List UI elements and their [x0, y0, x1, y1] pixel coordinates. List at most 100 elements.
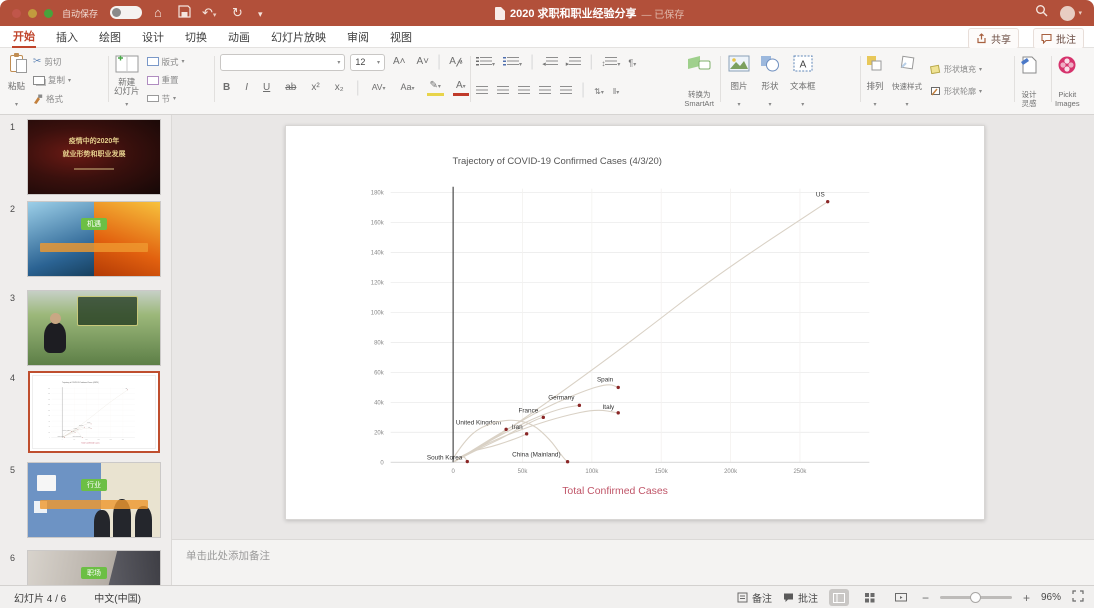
zoom-slider[interactable] [940, 596, 1012, 599]
tab-review[interactable]: 审阅 [346, 27, 370, 47]
cut-button[interactable]: ✂剪切 [33, 54, 71, 69]
share-button[interactable]: 共享 [968, 28, 1019, 49]
shape-outline-button[interactable]: 形状轮廓▾ [930, 84, 982, 99]
bullet-list-button[interactable]: ▾ [476, 53, 495, 71]
align-center-button[interactable] [497, 86, 509, 95]
slideshow-view-button[interactable] [891, 589, 911, 606]
insert-textbox-button[interactable]: A 文本框 ▾ [790, 52, 816, 108]
zoom-out-button[interactable]: − [922, 591, 929, 605]
thumb-title-line: 疫情中的2020年 [28, 136, 160, 146]
change-case-button[interactable]: Aa▾ [398, 79, 418, 97]
section-button[interactable]: 节▾ [147, 91, 185, 106]
textbox-icon: A [793, 55, 813, 72]
language-indicator[interactable]: 中文(中国) [94, 590, 141, 605]
slide-thumbnail-5[interactable]: 行业 [28, 463, 160, 537]
arrange-button[interactable]: 排列 ▾ [866, 52, 884, 108]
decrease-font-button[interactable]: A˅ [414, 54, 433, 70]
slides-panel: 1疫情中的2020年就业形势和职业发展2机遇34Trajectory of CO… [0, 115, 172, 585]
underline-button[interactable]: U [260, 80, 273, 96]
svg-text:South Korea: South Korea [427, 455, 463, 462]
tab-view[interactable]: 视图 [389, 27, 413, 47]
svg-text:Total Confirmed Cases: Total Confirmed Cases [81, 441, 99, 444]
font-size-combo[interactable]: 12▾ [350, 54, 385, 71]
home-icon[interactable]: ⌂ [154, 4, 162, 21]
clear-formatting-button[interactable]: A𝓅 [446, 54, 466, 70]
undo-icon[interactable]: ↶▾ [202, 4, 216, 24]
tab-insert[interactable]: 插入 [55, 27, 79, 47]
text-direction-button[interactable]: ¶▾ [628, 53, 636, 71]
comments-toggle-button[interactable]: 批注 [783, 590, 818, 605]
italic-button[interactable]: I [242, 80, 251, 96]
format-painter-button[interactable]: 格式 [33, 91, 71, 106]
zoom-slider-knob[interactable] [970, 592, 981, 603]
redo-icon[interactable]: ↻ [232, 4, 243, 21]
pickit-images-button[interactable]: PickitImages [1055, 52, 1080, 108]
svg-text:100k: 100k [48, 410, 51, 412]
zoom-window-button[interactable] [44, 9, 53, 18]
tab-slideshow[interactable]: 幻灯片放映 [270, 27, 327, 47]
svg-text:80k: 80k [48, 415, 50, 417]
subscript-button[interactable]: x₂ [332, 80, 347, 96]
svg-text:140k: 140k [371, 251, 384, 257]
increase-indent-button[interactable]: ▸ [566, 53, 582, 71]
highlight-color-button[interactable]: ✎▾ [427, 80, 444, 96]
ribbon-toolbar: 粘贴 ▾ ✂剪切 复制▾ 格式 新建幻灯片 ▾ 版式▾ [0, 48, 1094, 115]
fit-slide-button[interactable] [1072, 590, 1084, 605]
quick-styles-button[interactable]: 快速样式 ▾ [892, 52, 922, 108]
align-left-button[interactable] [476, 86, 488, 95]
columns-button[interactable]: ‖▾ [613, 81, 619, 99]
tab-draw[interactable]: 绘图 [98, 27, 122, 47]
strikethrough-button[interactable]: ab [282, 80, 299, 96]
slide-thumbnail-6[interactable]: 职场 [28, 551, 160, 585]
character-spacing-button[interactable]: AV▾ [369, 79, 389, 97]
superscript-button[interactable]: x² [308, 80, 322, 96]
insert-shapes-button[interactable]: 形状 ▾ [760, 52, 780, 108]
numbered-list-button[interactable]: ▾ [503, 53, 522, 71]
svg-text:100k: 100k [585, 469, 598, 475]
paste-button[interactable]: 粘贴 ▾ [8, 52, 25, 108]
slide-number: 6 [10, 553, 15, 563]
tab-home[interactable]: 开始 [12, 26, 36, 48]
reset-button[interactable]: 重置 [147, 73, 185, 88]
account-menu[interactable]: ▾ [1060, 6, 1082, 21]
copy-button[interactable]: 复制▾ [33, 73, 71, 88]
tab-animations[interactable]: 动画 [227, 27, 251, 47]
slide-thumbnail-3[interactable] [28, 291, 160, 365]
zoom-in-button[interactable]: + [1023, 591, 1030, 605]
saved-status[interactable]: — 已保存 [642, 6, 685, 21]
slide-sorter-view-button[interactable] [860, 589, 880, 606]
tab-transitions[interactable]: 切换 [184, 27, 208, 47]
tab-design[interactable]: 设计 [141, 27, 165, 47]
font-color-button[interactable]: A▾ [453, 80, 469, 96]
autosave-toggle[interactable] [110, 6, 142, 19]
close-window-button[interactable] [12, 9, 21, 18]
increase-font-button[interactable]: A˄ [390, 54, 409, 70]
more-commands-icon[interactable]: ▾ [258, 6, 263, 23]
comments-button[interactable]: 批注 [1033, 28, 1084, 49]
normal-view-button[interactable] [829, 589, 849, 606]
design-ideas-button[interactable]: 设计灵感 [1019, 52, 1039, 108]
search-icon[interactable] [1035, 4, 1048, 22]
save-icon[interactable] [178, 5, 191, 22]
decrease-indent-button[interactable]: ◂ [542, 53, 558, 71]
insert-picture-button[interactable]: 图片 ▾ [728, 52, 750, 108]
slide-thumbnail-2[interactable]: 机遇 [28, 202, 160, 276]
layout-button[interactable]: 版式▾ [147, 54, 185, 69]
minimize-window-button[interactable] [28, 9, 37, 18]
convert-to-smartart-button[interactable]: 转换为SmartArt [684, 52, 714, 108]
slide-thumbnail-4[interactable]: Trajectory of COVID-19 Confirmed Cases (… [28, 371, 160, 453]
notes-pane[interactable]: 单击此处添加备注 [172, 539, 1094, 585]
slide-thumbnail-1[interactable]: 疫情中的2020年就业形势和职业发展 [28, 120, 160, 194]
zoom-level[interactable]: 96% [1041, 592, 1061, 603]
font-name-combo[interactable]: ▾ [220, 54, 345, 71]
line-spacing-button[interactable]: ↕▾ [601, 53, 620, 71]
bold-button[interactable]: B [220, 80, 233, 96]
new-slide-button[interactable]: 新建幻灯片 ▾ [114, 52, 140, 108]
slide-canvas[interactable]: Trajectory of COVID-19 Confirmed Cases (… [285, 125, 985, 520]
notes-toggle-button[interactable]: 备注 [737, 590, 772, 605]
align-right-button[interactable] [518, 86, 530, 95]
distribute-button[interactable] [560, 86, 572, 95]
shape-fill-button[interactable]: 形状填充▾ [930, 62, 982, 77]
vertical-align-button[interactable]: ⇅▾ [594, 81, 604, 99]
justify-button[interactable] [539, 86, 551, 95]
